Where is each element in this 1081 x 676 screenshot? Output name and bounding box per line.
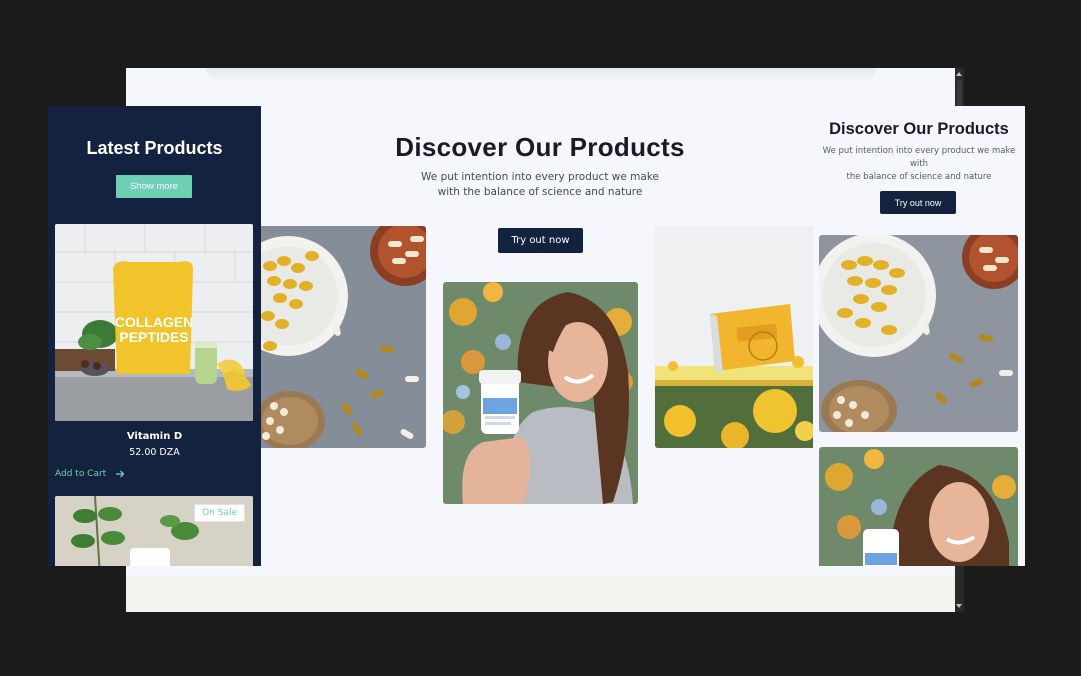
show-more-button[interactable]: Show more <box>116 175 192 198</box>
vitamin-d3-box-photo <box>655 226 813 448</box>
mobile-subtitle-line2: the balance of science and nature <box>846 172 992 182</box>
mobile-subtitle-line1: We put intention into every product we m… <box>822 146 1016 169</box>
header-shadow <box>206 68 876 82</box>
product-image-mint[interactable]: On Sale <box>55 496 253 566</box>
package-text-1: COLLAGEN <box>115 314 194 330</box>
discover-products-panel-mobile: Discover Our Products We put intention i… <box>813 106 1025 566</box>
mobile-hero-subtitle: We put intention into every product we m… <box>821 145 1017 184</box>
hero-subtitle: We put intention into every product we m… <box>420 170 660 200</box>
package-text-2: PEPTIDES <box>119 329 188 345</box>
scroll-down-icon[interactable] <box>956 604 962 608</box>
product-name[interactable]: Vitamin D <box>48 431 261 442</box>
arrow-right-icon <box>116 470 125 478</box>
mobile-capsules-photo <box>819 235 1018 432</box>
add-to-cart-link[interactable]: Add to Cart <box>55 469 125 479</box>
hero-subtitle-line1: We put intention into every product we m… <box>421 171 659 183</box>
capsules-plate-photo <box>260 226 426 448</box>
try-out-now-button[interactable]: Try out now <box>498 228 583 253</box>
scroll-up-icon[interactable] <box>956 72 962 76</box>
woman-holding-bottle-photo <box>443 282 638 504</box>
product-price: 52.00 DZA <box>129 447 180 458</box>
add-to-cart-label: Add to Cart <box>55 469 107 479</box>
on-sale-badge: On Sale <box>194 504 245 522</box>
mobile-woman-photo <box>819 447 1018 566</box>
latest-products-title: Latest Products <box>86 138 223 158</box>
latest-products-panel: Latest Products Show more COLLAGEN PEPTI… <box>48 106 261 566</box>
hero-subtitle-line2: with the balance of science and nature <box>437 186 643 198</box>
mobile-try-out-now-button[interactable]: Try out now <box>880 191 956 214</box>
mobile-hero-title: Discover Our Products <box>829 120 1009 138</box>
footer-strip <box>126 576 955 612</box>
product-image-collagen[interactable]: COLLAGEN PEPTIDES <box>55 224 253 421</box>
hero-title: Discover Our Products <box>395 132 685 162</box>
